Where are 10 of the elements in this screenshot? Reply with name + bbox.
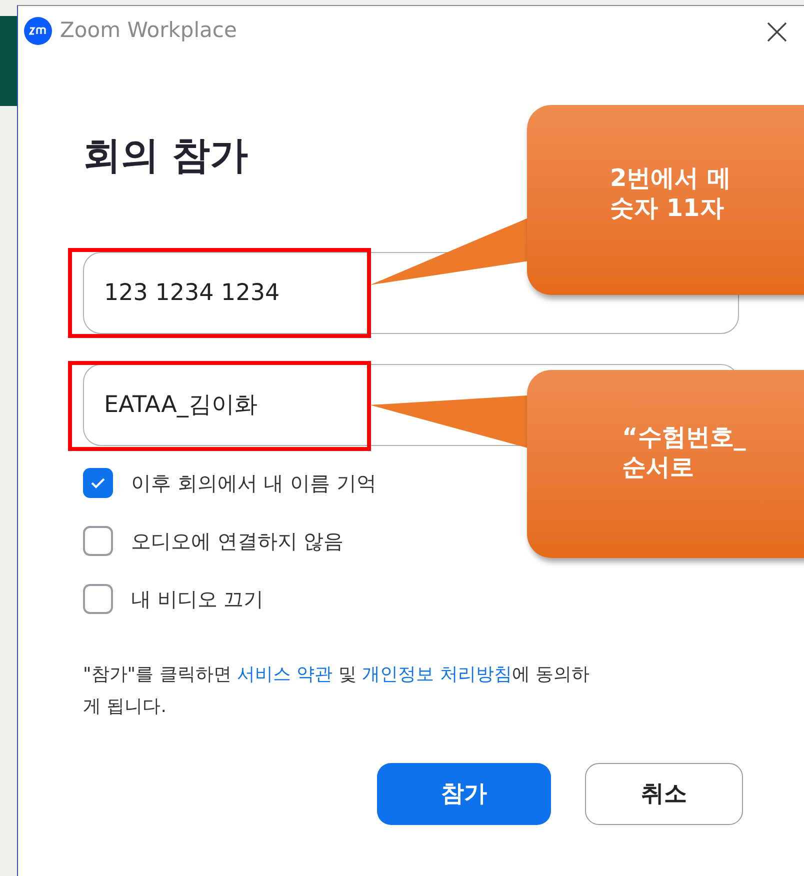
option-label: 이후 회의에서 내 이름 기억 bbox=[131, 470, 376, 497]
callout-text: 순서로 bbox=[622, 452, 695, 482]
consent-text: "참가"를 클릭하면 서비스 약관 및 개인정보 처리방침에 동의하게 됩니다. bbox=[83, 663, 591, 719]
option-label: 내 비디오 끄기 bbox=[131, 586, 264, 613]
callout-text: 2번에서 메 bbox=[610, 163, 732, 193]
callout-text: 숫자 11자 bbox=[610, 193, 725, 223]
option-label: 오디오에 연결하지 않음 bbox=[131, 528, 344, 555]
window-title: Zoom Workplace bbox=[60, 17, 237, 44]
dialog-heading: 회의 참가 bbox=[83, 136, 250, 174]
callout-text: “수험번호_ bbox=[622, 422, 747, 452]
